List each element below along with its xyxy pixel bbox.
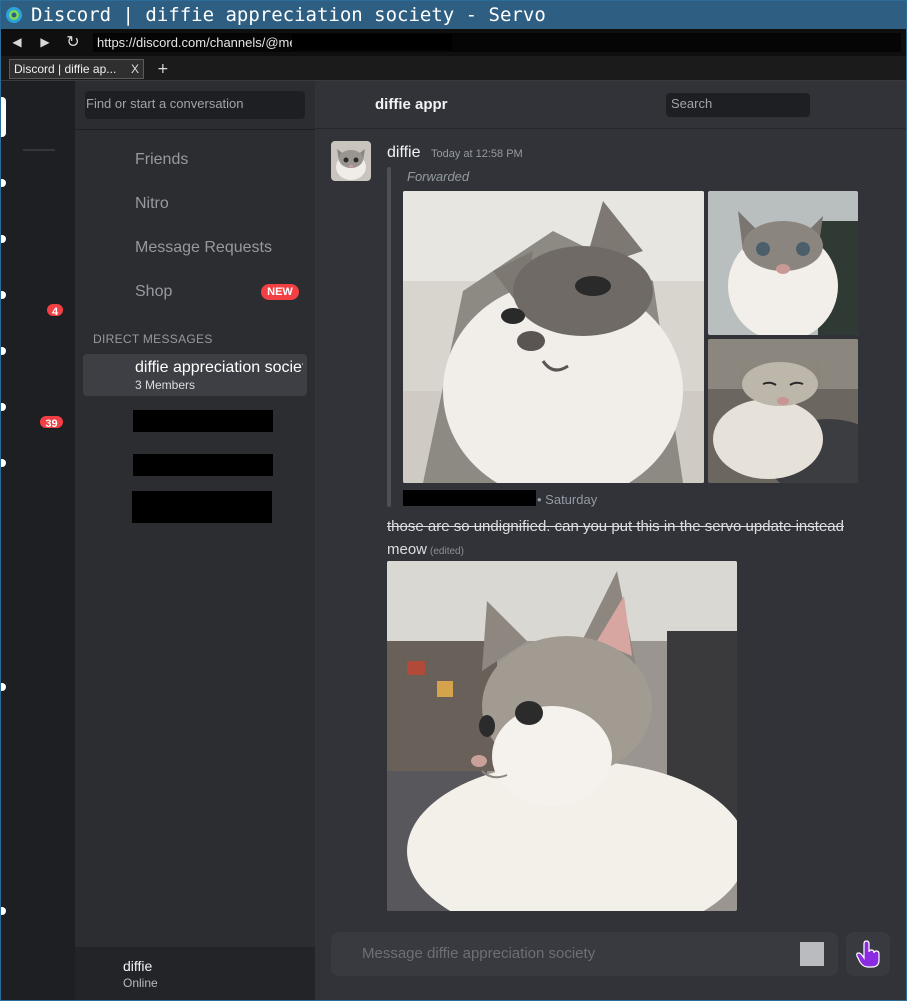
chat-search-input[interactable]: Search bbox=[666, 93, 810, 117]
new-tab-button[interactable]: + bbox=[157, 59, 169, 79]
tab-discord[interactable]: Discord | diffie ap... X bbox=[9, 59, 144, 79]
attached-photo[interactable] bbox=[387, 561, 737, 911]
composer-input[interactable]: Message diffie appreciation society bbox=[362, 945, 595, 962]
mention-badge: 39 bbox=[38, 414, 65, 430]
tab-label: Discord | diffie ap... bbox=[14, 62, 117, 76]
cat-photo bbox=[708, 191, 858, 335]
redacted-dm[interactable] bbox=[133, 454, 273, 476]
cat-avatar-image bbox=[331, 141, 371, 181]
server-rail: 4 39 bbox=[1, 81, 75, 1000]
forwarded-photo-3[interactable] bbox=[708, 339, 858, 483]
hand-cursor-icon bbox=[856, 940, 880, 968]
unread-pip bbox=[1, 907, 6, 915]
unread-pip bbox=[1, 291, 6, 299]
dm-sidebar: Find or start a conversation Friends Nit… bbox=[75, 81, 315, 1000]
new-badge: NEW bbox=[261, 284, 299, 300]
servo-logo-icon bbox=[6, 7, 22, 23]
forwarded-label: Forwarded bbox=[407, 169, 470, 184]
dm-name: diffie appreciation society bbox=[135, 359, 303, 376]
forwarded-photo-2[interactable] bbox=[708, 191, 858, 335]
user-status: Online bbox=[123, 976, 158, 990]
message-author[interactable]: diffie bbox=[387, 144, 421, 162]
reload-icon[interactable]: ↻ bbox=[63, 32, 83, 52]
conversation-search-input[interactable]: Find or start a conversation bbox=[85, 91, 305, 119]
message-text-strikethrough: those are so undignified. can you put th… bbox=[387, 518, 844, 535]
unread-pip bbox=[1, 403, 6, 411]
user-name[interactable]: diffie bbox=[123, 958, 152, 974]
app-launcher-button[interactable] bbox=[846, 932, 890, 976]
unread-pip bbox=[1, 179, 6, 187]
sidebar-item-message-requests[interactable]: Message Requests bbox=[135, 239, 272, 257]
redacted-dm[interactable] bbox=[132, 491, 272, 523]
title-bar: Discord | diffie appreciation society - … bbox=[1, 1, 906, 29]
chat-area: diffie appr Search diffie Today at 12:58… bbox=[315, 81, 906, 1000]
unread-pip bbox=[1, 347, 6, 355]
message-body: meow bbox=[387, 541, 428, 558]
message-timestamp: Today at 12:58 PM bbox=[431, 148, 523, 160]
navigation-bar: ◀ ▶ ↻ https://discord.com/channels/@me/ bbox=[1, 29, 906, 56]
selected-indicator bbox=[1, 97, 6, 137]
browser-window: Discord | diffie appreciation society - … bbox=[0, 0, 907, 1001]
back-arrow-icon[interactable]: ◀ bbox=[7, 32, 27, 52]
redacted-dm[interactable] bbox=[133, 410, 273, 432]
cat-photo bbox=[387, 561, 737, 911]
unread-pip bbox=[1, 459, 6, 467]
direct-messages-header: DIRECT MESSAGES bbox=[93, 332, 213, 346]
cat-photo bbox=[403, 191, 704, 483]
channel-name: diffie appr bbox=[375, 96, 448, 113]
forward-indicator-bar bbox=[387, 167, 391, 507]
redacted-author bbox=[403, 490, 536, 506]
sidebar-item-friends[interactable]: Friends bbox=[135, 151, 188, 169]
user-panel: diffie Online bbox=[75, 947, 315, 1000]
sidebar-item-nitro[interactable]: Nitro bbox=[135, 195, 169, 213]
sidebar-item-shop[interactable]: Shop bbox=[135, 283, 172, 301]
edited-label: (edited) bbox=[430, 546, 464, 557]
forwarded-time: • Saturday bbox=[537, 492, 598, 507]
window-title: Discord | diffie appreciation society - … bbox=[31, 4, 546, 26]
mention-badge: 4 bbox=[45, 302, 65, 318]
cat-photo bbox=[708, 339, 858, 483]
unread-pip bbox=[1, 235, 6, 243]
redacted-block bbox=[292, 34, 452, 50]
message-composer[interactable]: Message diffie appreciation society bbox=[331, 932, 838, 976]
url-input[interactable]: https://discord.com/channels/@me/ bbox=[93, 33, 901, 52]
chat-header: diffie appr Search bbox=[315, 81, 906, 129]
forwarded-photo-main[interactable] bbox=[403, 191, 704, 483]
dm-member-count: 3 Members bbox=[135, 378, 196, 392]
tab-strip: Discord | diffie ap... X + bbox=[1, 56, 906, 81]
attachment-icon[interactable] bbox=[800, 942, 824, 966]
avatar[interactable] bbox=[331, 141, 371, 181]
forward-arrow-icon[interactable]: ▶ bbox=[35, 32, 55, 52]
unread-pip bbox=[1, 683, 6, 691]
message-text: meow (edited) bbox=[387, 541, 464, 558]
dm-item-active[interactable]: diffie appreciation society 3 Members bbox=[83, 354, 307, 396]
divider bbox=[75, 129, 315, 130]
close-tab-icon[interactable]: X bbox=[131, 60, 139, 78]
rail-separator bbox=[23, 149, 55, 151]
